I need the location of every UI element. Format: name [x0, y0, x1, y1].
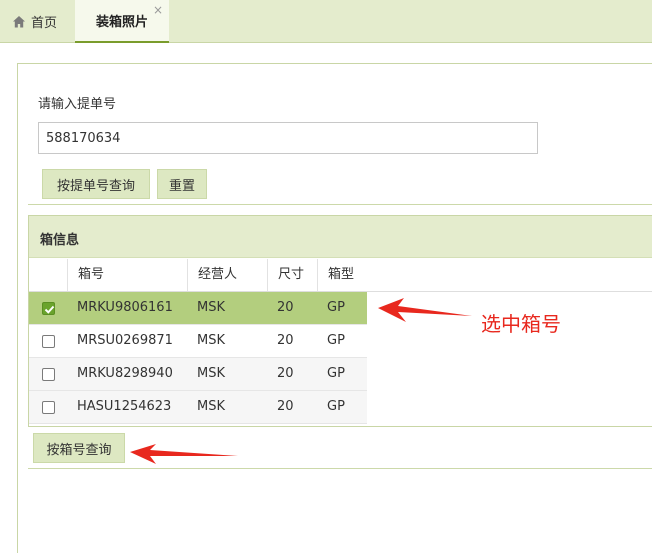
cell-operator: MSK [197, 333, 225, 348]
row-checkbox[interactable] [42, 335, 55, 348]
cell-box-no: MRKU8298940 [77, 366, 173, 381]
cell-operator: MSK [197, 399, 225, 414]
home-icon [13, 15, 25, 27]
row-checkbox[interactable] [42, 302, 55, 315]
bl-number-label: 请输入提单号 [38, 97, 117, 112]
table-row[interactable]: MRSU0269871 MSK 20 GP [29, 325, 367, 358]
query-by-box-button[interactable]: 按箱号查询 [33, 433, 125, 463]
check-icon [44, 305, 55, 314]
divider [28, 468, 652, 469]
box-info-header: 箱信息 [29, 216, 652, 258]
annotation-label: 选中箱号 [481, 312, 561, 336]
tab-bar: 首页 装箱照片 × [0, 0, 652, 43]
cell-size: 20 [277, 366, 294, 381]
column-header-type[interactable]: 箱型 [317, 259, 377, 291]
tab-home-label: 首页 [31, 16, 58, 31]
divider [28, 204, 652, 205]
cell-operator: MSK [197, 300, 225, 315]
cell-operator: MSK [197, 366, 225, 381]
cell-type: GP [327, 399, 345, 414]
table-row[interactable]: HASU1254623 MSK 20 GP [29, 391, 367, 424]
cell-size: 20 [277, 300, 294, 315]
cell-box-no: MRKU9806161 [77, 300, 173, 315]
annotation-arrow-icon [130, 444, 238, 464]
row-checkbox[interactable] [42, 401, 55, 414]
box-info-title: 箱信息 [40, 233, 80, 248]
cell-size: 20 [277, 399, 294, 414]
grid-header: 箱号 经营人 尺寸 箱型 [29, 259, 652, 292]
cell-box-no: MRSU0269871 [77, 333, 173, 348]
column-header-size[interactable]: 尺寸 [267, 259, 317, 291]
cell-box-no: HASU1254623 [77, 399, 172, 414]
cell-type: GP [327, 333, 345, 348]
table-row[interactable]: MRKU9806161 MSK 20 GP [29, 292, 367, 325]
tab-packing-photos-label: 装箱照片 [95, 15, 148, 30]
close-icon[interactable]: × [153, 4, 163, 16]
cell-type: GP [327, 366, 345, 381]
column-header-operator[interactable]: 经营人 [187, 259, 267, 291]
row-checkbox[interactable] [42, 368, 55, 381]
cell-size: 20 [277, 333, 294, 348]
tab-home[interactable]: 首页 [0, 0, 75, 43]
column-header-box-no[interactable]: 箱号 [67, 259, 187, 291]
cell-type: GP [327, 300, 345, 315]
annotation-arrow-icon [378, 298, 472, 322]
table-row[interactable]: MRKU8298940 MSK 20 GP [29, 358, 367, 391]
reset-button[interactable]: 重置 [157, 169, 207, 199]
query-by-bl-button[interactable]: 按提单号查询 [42, 169, 150, 199]
bl-number-input[interactable] [38, 122, 538, 154]
